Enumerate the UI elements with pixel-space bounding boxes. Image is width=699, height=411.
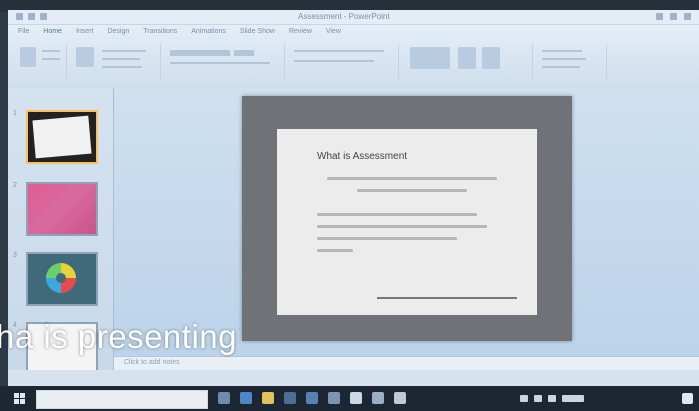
slide-thumbnail-content xyxy=(32,115,92,159)
tab-design[interactable]: Design xyxy=(107,28,129,40)
copy-button[interactable] xyxy=(42,58,60,60)
shapes-gallery[interactable] xyxy=(410,47,450,69)
battery-icon[interactable] xyxy=(548,395,556,402)
store-icon[interactable] xyxy=(284,392,296,404)
color-ring-center xyxy=(56,273,66,283)
reset-button[interactable] xyxy=(102,58,140,60)
tab-slide-show[interactable]: Slide Show xyxy=(240,28,275,40)
new-slide-button[interactable] xyxy=(76,47,94,67)
slide-text-line xyxy=(357,189,467,192)
language-icon[interactable] xyxy=(562,395,584,402)
slide-text-line xyxy=(317,225,487,228)
title-bar: Assessment - PowerPoint xyxy=(8,10,699,25)
tab-review[interactable]: Review xyxy=(289,28,312,40)
drawing-group xyxy=(402,44,533,80)
font-group xyxy=(164,44,285,80)
slide-editing-area: What is Assessment xyxy=(114,88,699,356)
powerpoint-taskbar-icon[interactable] xyxy=(394,392,406,404)
tab-insert[interactable]: Insert xyxy=(76,28,94,40)
tab-file[interactable]: File xyxy=(18,28,29,40)
redo-icon[interactable] xyxy=(40,13,47,20)
ribbon: Assessment - PowerPoint File Home Insert… xyxy=(8,10,699,89)
editing-group xyxy=(536,44,607,80)
font-size-select[interactable] xyxy=(234,50,254,56)
slide-text-line xyxy=(317,237,457,240)
windows-start-icon[interactable] xyxy=(14,393,26,405)
notes-placeholder: Click to add notes xyxy=(124,359,180,366)
file-explorer-icon[interactable] xyxy=(262,392,274,404)
tab-view[interactable]: View xyxy=(326,28,341,40)
font-format-buttons[interactable] xyxy=(170,62,270,64)
slide-text-line xyxy=(327,177,497,180)
taskbar-search-input[interactable] xyxy=(36,390,208,409)
notes-pane[interactable]: Click to add notes xyxy=(114,356,699,371)
align-buttons[interactable] xyxy=(294,60,374,62)
notification-center-icon[interactable] xyxy=(682,393,693,404)
minimize-icon[interactable] xyxy=(656,13,663,20)
task-view-icon[interactable] xyxy=(218,392,230,404)
tab-transitions[interactable]: Transitions xyxy=(143,28,177,40)
layout-button[interactable] xyxy=(102,50,146,52)
slide-number: 1 xyxy=(13,110,17,117)
tab-home[interactable]: Home xyxy=(43,28,62,40)
slide-signature-line xyxy=(377,289,517,299)
slide-text-line xyxy=(317,249,353,252)
ribbon-tabs: File Home Insert Design Transitions Anim… xyxy=(18,28,341,40)
slide-text-line xyxy=(317,213,477,216)
arrange-button[interactable] xyxy=(458,47,476,69)
status-bar xyxy=(8,370,699,386)
presenting-caption: ha is presenting xyxy=(0,318,237,355)
replace-button[interactable] xyxy=(542,58,586,60)
tab-animations[interactable]: Animations xyxy=(191,28,226,40)
window-title: Assessment - PowerPoint xyxy=(298,12,390,21)
slide-number: 2 xyxy=(13,182,17,189)
clipboard-group xyxy=(14,44,67,80)
taskbar-app-icon[interactable] xyxy=(372,392,384,404)
section-button[interactable] xyxy=(102,66,142,68)
undo-icon[interactable] xyxy=(28,13,35,20)
edge-browser-icon[interactable] xyxy=(240,392,252,404)
save-icon[interactable] xyxy=(16,13,23,20)
taskbar-app-icon[interactable] xyxy=(328,392,340,404)
slide-number: 3 xyxy=(13,252,17,259)
windows-taskbar xyxy=(0,386,699,411)
taskbar-app-icon[interactable] xyxy=(350,392,362,404)
list-buttons[interactable] xyxy=(294,50,384,52)
volume-icon[interactable] xyxy=(534,395,542,402)
paragraph-group xyxy=(288,44,399,80)
slide-thumbnail-2[interactable] xyxy=(26,182,98,236)
slide-title[interactable]: What is Assessment xyxy=(317,151,407,162)
close-icon[interactable] xyxy=(684,13,691,20)
slide-thumbnail-1[interactable] xyxy=(26,110,98,164)
mail-icon[interactable] xyxy=(306,392,318,404)
network-icon[interactable] xyxy=(520,395,528,402)
cut-button[interactable] xyxy=(42,50,60,52)
find-button[interactable] xyxy=(542,50,582,52)
font-family-select[interactable] xyxy=(170,50,230,56)
slides-group xyxy=(70,44,161,80)
select-button[interactable] xyxy=(542,66,580,68)
maximize-icon[interactable] xyxy=(670,13,677,20)
current-slide[interactable]: What is Assessment xyxy=(242,96,572,341)
slide-thumbnail-3[interactable] xyxy=(26,252,98,306)
quick-styles-button[interactable] xyxy=(482,47,500,69)
paste-button[interactable] xyxy=(20,47,36,67)
slide-content-box: What is Assessment xyxy=(277,129,537,315)
